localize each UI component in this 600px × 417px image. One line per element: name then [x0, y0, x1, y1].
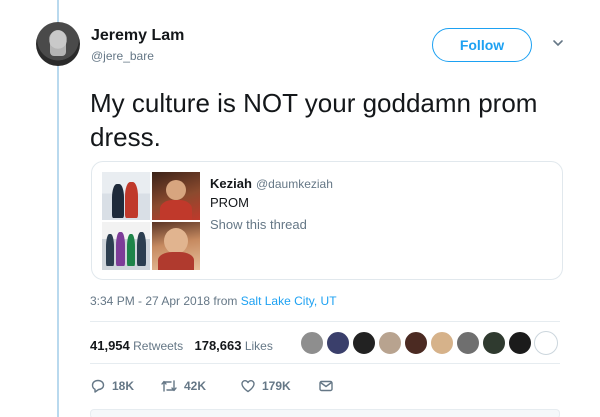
liker-avatar[interactable]: [534, 331, 558, 355]
liker-avatar[interactable]: [482, 331, 506, 355]
retweet-button[interactable]: 42K: [160, 378, 206, 394]
liker-avatar[interactable]: [430, 331, 454, 355]
direct-message-button[interactable]: [318, 378, 334, 394]
quoted-photo[interactable]: [102, 222, 150, 270]
likes-label: Likes: [244, 339, 273, 353]
liker-avatar[interactable]: [378, 331, 402, 355]
liker-avatar[interactable]: [300, 331, 324, 355]
reply-count: 18K: [112, 379, 135, 393]
follow-button[interactable]: Follow: [432, 28, 532, 62]
retweets-label: Retweets: [133, 339, 184, 353]
tweet-timestamp: 3:34 PM - 27 Apr 2018 from Salt Lake Cit…: [90, 294, 337, 308]
direct-message-icon: [318, 378, 334, 394]
liker-avatar[interactable]: [326, 331, 350, 355]
like-button[interactable]: 179K: [240, 378, 291, 394]
timestamp-text: 3:34 PM - 27 Apr 2018 from: [90, 294, 241, 308]
liker-avatar[interactable]: [352, 331, 376, 355]
quoted-photo-grid[interactable]: [102, 172, 200, 270]
liker-avatar[interactable]: [508, 331, 532, 355]
likes-count: 178,663: [194, 338, 242, 353]
liker-avatar[interactable]: [456, 331, 480, 355]
quoted-author-handle[interactable]: @daumkeziah: [256, 177, 333, 191]
retweet-count: 42K: [184, 379, 207, 393]
location-link[interactable]: Salt Lake City, UT: [241, 294, 337, 308]
author-handle[interactable]: @jere_bare: [91, 49, 154, 63]
like-count: 179K: [262, 379, 291, 393]
tweet-stats: 41,954 Retweets 178,663 Likes: [90, 338, 281, 353]
reply-composer[interactable]: [90, 409, 560, 417]
reply-icon: [90, 378, 106, 394]
quoted-author-name[interactable]: Keziah: [210, 176, 252, 191]
likes-stat[interactable]: 178,663 Likes: [194, 338, 273, 353]
reply-button[interactable]: 18K: [90, 378, 134, 394]
retweets-count: 41,954: [90, 338, 130, 353]
show-thread-link[interactable]: Show this thread: [210, 217, 307, 232]
quoted-photo[interactable]: [102, 172, 150, 220]
divider: [90, 363, 560, 364]
tweet-text: My culture is NOT your goddamn prom dres…: [90, 88, 538, 152]
author-name[interactable]: Jeremy Lam: [91, 27, 184, 45]
quoted-photo[interactable]: [152, 222, 200, 270]
author-avatar[interactable]: [36, 22, 80, 66]
quoted-photo[interactable]: [152, 172, 200, 220]
quoted-tweet-text: PROM: [210, 195, 249, 210]
chevron-down-icon[interactable]: [551, 36, 565, 50]
liker-avatar[interactable]: [404, 331, 428, 355]
heart-icon: [240, 378, 256, 394]
quoted-tweet[interactable]: Keziah @daumkeziah PROM Show this thread: [91, 161, 563, 280]
retweets-stat[interactable]: 41,954 Retweets: [90, 338, 184, 353]
divider: [90, 321, 560, 322]
retweet-icon: [160, 378, 178, 394]
